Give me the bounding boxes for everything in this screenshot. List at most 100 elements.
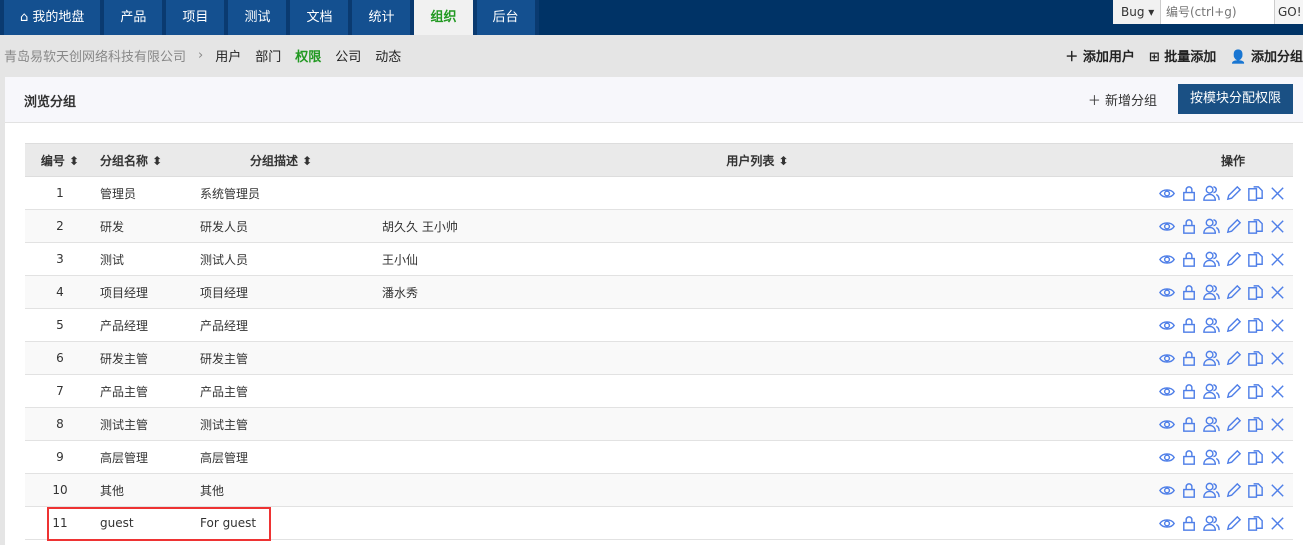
copy-icon[interactable] (1246, 217, 1265, 236)
group-table: 编号 ⬍ 分组名称 ⬍ 分组描述 ⬍ 用户列表 ⬍ 操作 1 管理员 系统管理员 2 研… (25, 143, 1293, 540)
delete-icon[interactable] (1268, 283, 1287, 302)
company-link[interactable]: 青岛易软天创网络科技有限公司 (4, 46, 186, 65)
lock-icon[interactable] (1180, 514, 1199, 533)
view-icon[interactable] (1158, 514, 1177, 533)
copy-icon[interactable] (1246, 382, 1265, 401)
edit-icon[interactable] (1224, 481, 1243, 500)
nav-tab[interactable]: 后台 (476, 0, 539, 35)
copy-icon[interactable] (1246, 448, 1265, 467)
edit-icon[interactable] (1224, 316, 1243, 335)
nav-tab[interactable]: 文档 (290, 0, 353, 35)
new-group-button[interactable]: ＋ 新增分组 (1088, 90, 1157, 109)
edit-icon[interactable] (1224, 217, 1243, 236)
copy-icon[interactable] (1246, 184, 1265, 203)
members-icon[interactable] (1202, 514, 1221, 533)
edit-icon[interactable] (1224, 448, 1243, 467)
search-input[interactable] (1161, 0, 1275, 24)
subnav-item[interactable]: 动态 (375, 46, 401, 65)
copy-icon[interactable] (1246, 349, 1265, 368)
assign-by-module-button[interactable]: 按模块分配权限 (1177, 84, 1293, 114)
nav-tab[interactable]: 产品 (104, 0, 167, 35)
view-icon[interactable] (1158, 184, 1177, 203)
edit-icon[interactable] (1224, 415, 1243, 434)
subnav-item[interactable]: 公司 (335, 46, 361, 65)
view-icon[interactable] (1158, 415, 1177, 434)
nav-tab-home[interactable]: ⌂ 我的地盘 (0, 0, 105, 35)
edit-icon[interactable] (1224, 250, 1243, 269)
lock-icon[interactable] (1180, 415, 1199, 434)
members-icon[interactable] (1202, 349, 1221, 368)
lock-icon[interactable] (1180, 316, 1199, 335)
copy-icon[interactable] (1246, 415, 1265, 434)
members-icon[interactable] (1202, 481, 1221, 500)
nav-tab[interactable]: 统计 (352, 0, 415, 35)
members-icon[interactable] (1202, 217, 1221, 236)
view-icon[interactable] (1158, 349, 1177, 368)
delete-icon[interactable] (1268, 481, 1287, 500)
view-icon[interactable] (1158, 481, 1177, 500)
nav-tab[interactable]: 组织 (414, 0, 477, 35)
delete-icon[interactable] (1268, 349, 1287, 368)
view-icon[interactable] (1158, 283, 1177, 302)
view-icon[interactable] (1158, 250, 1177, 269)
delete-icon[interactable] (1268, 250, 1287, 269)
cell-id: 4 (25, 275, 95, 309)
delete-icon[interactable] (1268, 184, 1287, 203)
members-icon[interactable] (1202, 316, 1221, 335)
edit-icon[interactable] (1224, 184, 1243, 203)
lock-icon[interactable] (1180, 448, 1199, 467)
copy-icon[interactable] (1246, 283, 1265, 302)
edit-icon[interactable] (1224, 349, 1243, 368)
lock-icon[interactable] (1180, 217, 1199, 236)
delete-icon[interactable] (1268, 514, 1287, 533)
nav-tab[interactable]: 项目 (166, 0, 229, 35)
view-icon[interactable] (1158, 316, 1177, 335)
subnav-item[interactable]: 部门 (255, 46, 281, 65)
cell-id: 3 (25, 242, 95, 276)
header-desc[interactable]: 分组描述 ⬍ (195, 143, 382, 177)
batch-add-button[interactable]: ⊞ 批量添加 (1149, 46, 1216, 65)
search-type-select[interactable]: Bug ▾ (1113, 0, 1161, 24)
members-icon[interactable] (1202, 283, 1221, 302)
copy-icon[interactable] (1246, 481, 1265, 500)
header-name[interactable]: 分组名称 ⬍ (95, 143, 195, 177)
edit-icon[interactable] (1224, 514, 1243, 533)
copy-icon[interactable] (1246, 250, 1265, 269)
table-row: 1 管理员 系统管理员 (25, 176, 1293, 210)
copy-icon[interactable] (1246, 316, 1265, 335)
go-button[interactable]: GO! (1275, 0, 1303, 24)
lock-icon[interactable] (1180, 382, 1199, 401)
delete-icon[interactable] (1268, 217, 1287, 236)
add-user-button[interactable]: ＋ 添加用户 (1065, 46, 1135, 65)
lock-icon[interactable] (1180, 349, 1199, 368)
view-icon[interactable] (1158, 217, 1177, 236)
delete-icon[interactable] (1268, 448, 1287, 467)
cell-actions (1133, 176, 1293, 210)
delete-icon[interactable] (1268, 415, 1287, 434)
view-icon[interactable] (1158, 382, 1177, 401)
lock-icon[interactable] (1180, 283, 1199, 302)
nav-tab[interactable]: 测试 (228, 0, 291, 35)
cell-users: 胡久久 王小帅 (382, 209, 1133, 243)
view-icon[interactable] (1158, 448, 1177, 467)
add-group-button[interactable]: 👤 添加分组 (1230, 46, 1303, 65)
header-users[interactable]: 用户列表 ⬍ (382, 143, 1133, 177)
cell-name: 管理员 (95, 176, 195, 210)
header-id[interactable]: 编号 ⬍ (25, 143, 95, 177)
members-icon[interactable] (1202, 184, 1221, 203)
cell-actions (1133, 407, 1293, 441)
delete-icon[interactable] (1268, 382, 1287, 401)
members-icon[interactable] (1202, 382, 1221, 401)
subnav-item[interactable]: 用户 (215, 46, 241, 65)
lock-icon[interactable] (1180, 184, 1199, 203)
edit-icon[interactable] (1224, 382, 1243, 401)
lock-icon[interactable] (1180, 481, 1199, 500)
members-icon[interactable] (1202, 250, 1221, 269)
lock-icon[interactable] (1180, 250, 1199, 269)
delete-icon[interactable] (1268, 316, 1287, 335)
subnav-item[interactable]: 权限 (295, 46, 321, 65)
edit-icon[interactable] (1224, 283, 1243, 302)
copy-icon[interactable] (1246, 514, 1265, 533)
members-icon[interactable] (1202, 415, 1221, 434)
members-icon[interactable] (1202, 448, 1221, 467)
